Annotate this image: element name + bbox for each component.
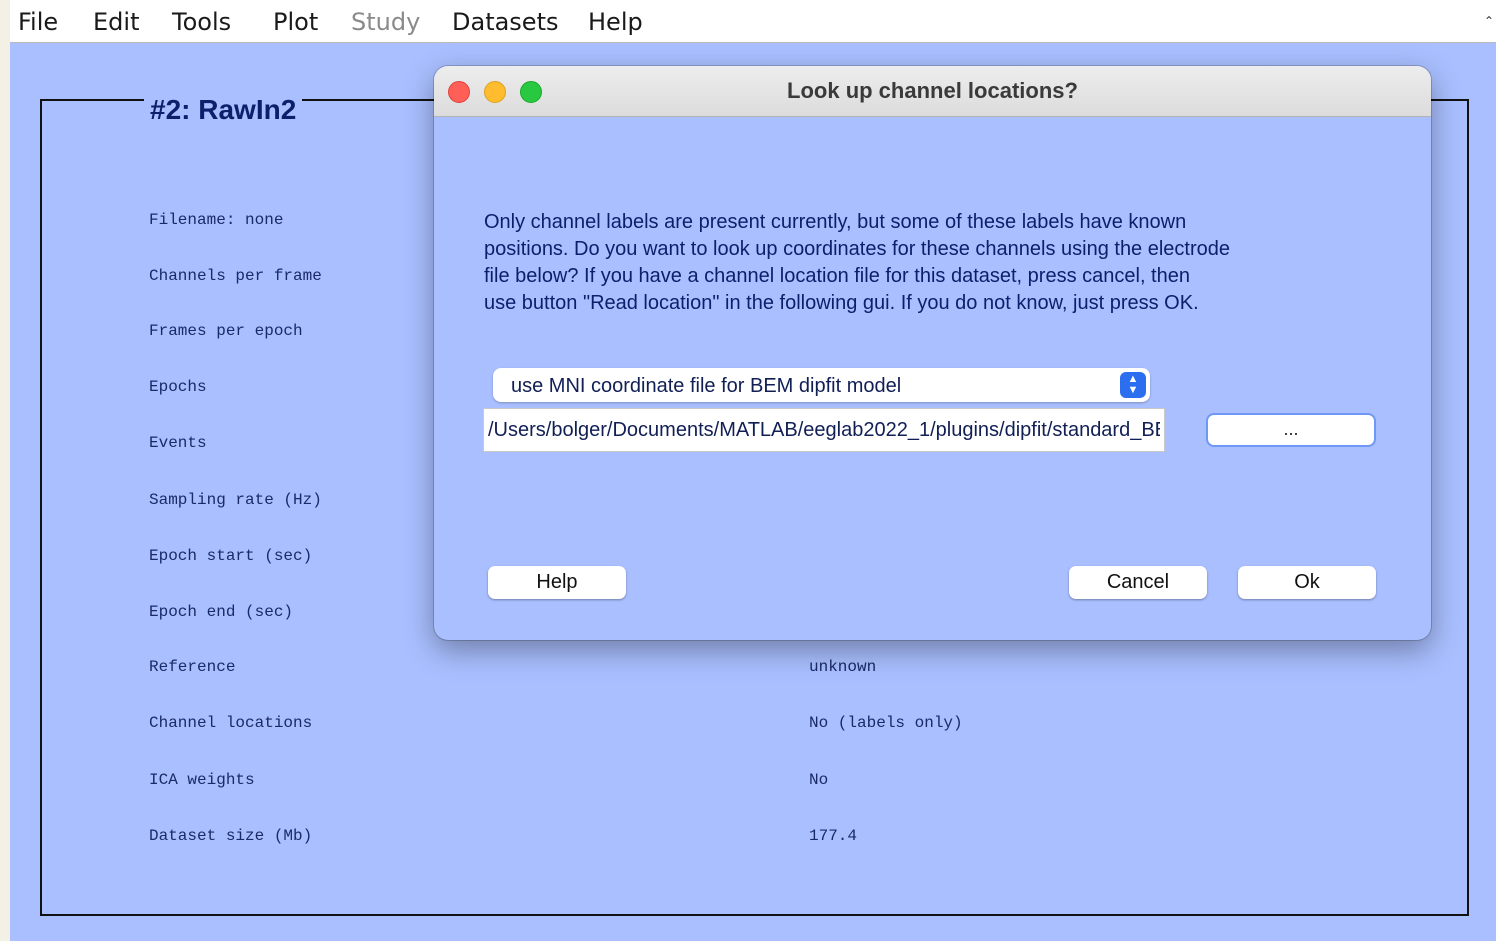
field-label-reference: Reference xyxy=(149,658,236,676)
menu-overflow-icon: ⌃ xyxy=(1483,14,1494,28)
menu-datasets[interactable]: Datasets xyxy=(452,8,559,36)
field-label-srate: Sampling rate (Hz) xyxy=(149,491,322,509)
menu-help[interactable]: Help xyxy=(588,8,643,36)
menu-file[interactable]: File xyxy=(18,8,58,36)
dialog-message: Only channel labels are present currentl… xyxy=(484,211,1231,314)
ok-button[interactable]: Ok xyxy=(1238,566,1376,599)
menu-bar: File Edit Tools Plot Study Datasets Help… xyxy=(10,0,1496,43)
field-label-chanlocs: Channel locations xyxy=(149,714,313,732)
field-label-ica: ICA weights xyxy=(149,771,255,789)
dialog-title: Look up channel locations? xyxy=(787,78,1078,103)
coordinate-file-select[interactable]: use MNI coordinate file for BEM dipfit m… xyxy=(493,368,1150,402)
field-label-epochs: Epochs xyxy=(149,378,207,396)
dialog-titlebar[interactable]: Look up channel locations? xyxy=(434,66,1431,117)
menu-edit[interactable]: Edit xyxy=(93,8,139,36)
field-label-epoch-end: Epoch end (sec) xyxy=(149,603,294,621)
browse-button[interactable]: ... xyxy=(1206,413,1376,447)
field-value-size: 177.4 xyxy=(809,827,858,845)
menu-study: Study xyxy=(351,8,421,36)
field-value-chanlocs: No (labels only) xyxy=(809,714,963,732)
electrode-file-path-input[interactable] xyxy=(483,408,1165,452)
eeglab-main-window: File Edit Tools Plot Study Datasets Help… xyxy=(0,0,1496,941)
dataset-title: #2: RawIn2 xyxy=(144,93,303,127)
field-label-filename: Filename: none xyxy=(149,211,284,229)
menu-plot[interactable]: Plot xyxy=(273,8,318,36)
field-label-events: Events xyxy=(149,434,207,452)
field-label-frames: Frames per epoch xyxy=(149,322,303,340)
up-down-chevron-icon[interactable]: ▲ ▼ xyxy=(1120,372,1146,398)
menu-tools[interactable]: Tools xyxy=(172,8,231,36)
cancel-button[interactable]: Cancel xyxy=(1069,566,1207,599)
field-label-size: Dataset size (Mb) xyxy=(149,827,313,845)
field-value-ica: No xyxy=(809,771,829,789)
lookup-channel-dialog: Look up channel locations? Only channel … xyxy=(434,66,1431,640)
help-button[interactable]: Help xyxy=(488,566,626,599)
field-value-reference: unknown xyxy=(809,658,877,676)
field-label-epoch-start: Epoch start (sec) xyxy=(149,547,313,565)
field-label-channels: Channels per frame xyxy=(149,267,322,285)
select-value: use MNI coordinate file for BEM dipfit m… xyxy=(511,375,902,397)
